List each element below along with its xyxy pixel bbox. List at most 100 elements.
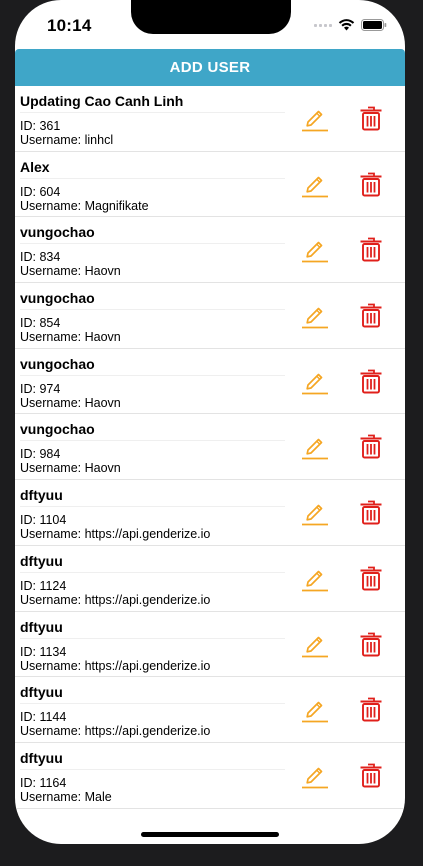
delete-button[interactable] [359, 236, 383, 262]
delete-button[interactable] [359, 565, 383, 591]
list-item[interactable]: dftyuu ID: 1104 Username: https://api.ge… [15, 480, 405, 546]
list-item[interactable]: dftyuu ID: 1144 Username: https://api.ge… [15, 677, 405, 743]
trash-icon [360, 763, 382, 788]
user-name: vungochao [20, 421, 95, 438]
trash-icon [360, 172, 382, 197]
pencil-icon [302, 110, 328, 132]
user-name: dftyuu [20, 487, 63, 504]
user-id: ID: 361 [20, 119, 61, 133]
user-id: ID: 974 [20, 381, 61, 396]
trash-icon [360, 500, 382, 525]
device-frame: 10:14 ADD USER Updating Cao Canh Linh ID… [0, 0, 423, 866]
user-username: Username: Haovn [20, 330, 121, 345]
user-username: Username: linhcl [20, 133, 114, 147]
edit-button[interactable] [300, 433, 330, 461]
user-username: Username: Male [20, 789, 112, 804]
delete-button[interactable] [359, 433, 383, 459]
list-item[interactable]: vungochao ID: 974 Username: Haovn [15, 349, 405, 415]
battery-icon [361, 19, 387, 31]
pencil-icon [302, 307, 328, 329]
row-divider [20, 506, 285, 508]
trash-icon [360, 237, 382, 262]
user-name: dftyuu [20, 618, 63, 635]
trash-icon [360, 632, 382, 656]
user-username: Username: https://api.genderize.io [20, 527, 211, 542]
list-item[interactable]: dftyuu ID: 1134 Username: https://api.ge… [15, 612, 405, 678]
edit-button[interactable] [300, 565, 330, 593]
trash-icon [360, 369, 382, 394]
delete-button[interactable] [359, 302, 383, 328]
pencil-icon [302, 767, 328, 789]
row-divider [20, 768, 285, 770]
delete-button[interactable] [359, 499, 383, 525]
user-name: Alex [20, 158, 50, 175]
user-name: Updating Cao Canh Linh [20, 93, 184, 109]
trash-icon [360, 303, 382, 328]
row-divider [20, 571, 285, 573]
list-item[interactable]: dftyuu ID: 1124 Username: https://api.ge… [15, 546, 405, 612]
user-name: vungochao [20, 355, 95, 372]
user-id: ID: 834 [20, 250, 61, 265]
list-item[interactable]: vungochao ID: 834 Username: Haovn [15, 217, 405, 284]
trash-icon [360, 697, 382, 722]
delete-button[interactable] [359, 696, 383, 722]
pencil-icon [302, 242, 328, 263]
edit-button[interactable] [300, 631, 330, 659]
list-item[interactable]: Updating Cao Canh Linh ID: 361 Username:… [15, 86, 405, 152]
user-id: ID: 604 [20, 184, 61, 199]
trash-icon [360, 566, 382, 591]
user-name: vungochao [20, 224, 95, 241]
home-indicator[interactable] [141, 832, 279, 837]
user-username: Username: https://api.genderize.io [20, 592, 211, 607]
row-divider [20, 112, 285, 113]
user-username: Username: https://api.genderize.io [20, 658, 211, 673]
notch [131, 0, 291, 34]
trash-icon [360, 435, 382, 459]
user-id: ID: 1104 [20, 513, 67, 528]
user-id: ID: 1144 [20, 710, 67, 725]
pencil-icon [302, 373, 328, 395]
pencil-icon [302, 176, 328, 198]
delete-button[interactable] [359, 105, 383, 131]
edit-button[interactable] [300, 762, 330, 790]
pencil-icon [302, 439, 328, 460]
delete-button[interactable] [359, 762, 383, 788]
list-item[interactable]: dftyuu ID: 1164 Username: Male [15, 743, 405, 809]
user-username: Username: Magnifikate [20, 198, 149, 213]
edit-button[interactable] [300, 236, 330, 264]
user-name: vungochao [20, 290, 95, 307]
row-divider [20, 177, 285, 179]
user-id: ID: 984 [20, 447, 61, 462]
user-id: ID: 1124 [20, 578, 67, 593]
list-item[interactable]: vungochao ID: 984 Username: Haovn [15, 414, 405, 481]
edit-button[interactable] [300, 696, 330, 724]
edit-button[interactable] [300, 171, 330, 199]
edit-button[interactable] [300, 302, 330, 330]
delete-button[interactable] [359, 368, 383, 394]
pencil-icon [302, 701, 328, 723]
signal-icon [314, 23, 332, 27]
add-user-button[interactable]: ADD USER [15, 49, 405, 86]
delete-button[interactable] [359, 171, 383, 197]
row-divider [20, 440, 285, 442]
user-id: ID: 854 [20, 316, 61, 331]
pencil-icon [302, 636, 328, 657]
user-username: Username: Haovn [20, 264, 121, 279]
pencil-icon [302, 570, 328, 592]
edit-button[interactable] [300, 499, 330, 527]
trash-icon [360, 106, 382, 131]
user-list: Updating Cao Canh Linh ID: 361 Username:… [15, 86, 405, 809]
pencil-icon [302, 504, 328, 526]
status-indicators [314, 19, 387, 31]
row-divider [20, 637, 285, 639]
list-item[interactable]: vungochao ID: 854 Username: Haovn [15, 283, 405, 349]
edit-button[interactable] [300, 368, 330, 396]
delete-button[interactable] [359, 631, 383, 657]
user-id: ID: 1164 [20, 775, 67, 790]
list-item[interactable]: Alex ID: 604 Username: Magnifikate [15, 152, 405, 218]
user-name: dftyuu [20, 552, 63, 569]
user-username: Username: Haovn [20, 461, 121, 476]
edit-button[interactable] [300, 105, 330, 133]
wifi-icon [338, 19, 355, 31]
row-divider [20, 309, 285, 311]
